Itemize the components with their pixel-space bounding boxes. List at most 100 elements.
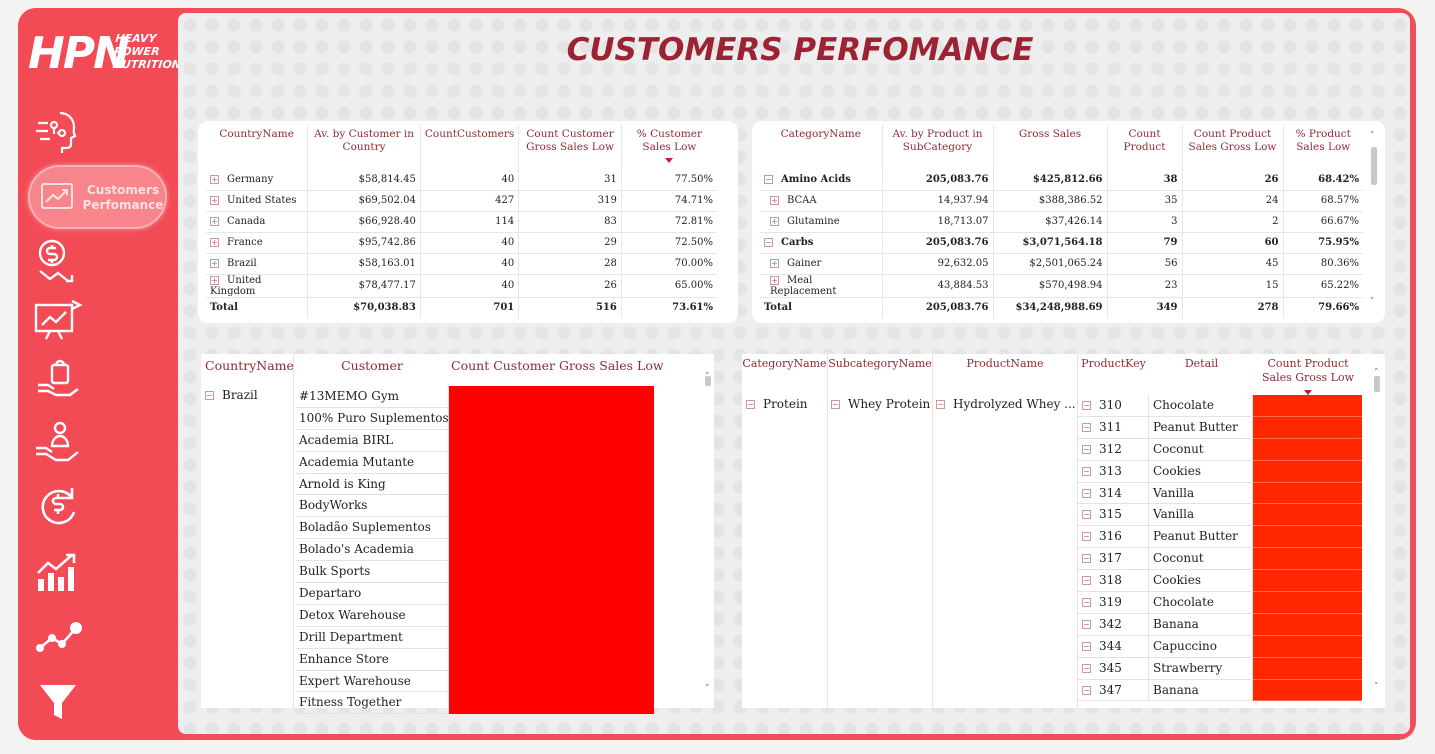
expand-icon[interactable]: + bbox=[210, 174, 219, 184]
expand-icon[interactable]: + bbox=[770, 259, 779, 268]
table-row[interactable]: + Glutamine 18,713.07 $37,426.14 3 2 66.67% bbox=[760, 211, 1363, 233]
table-row[interactable]: − Carbs 205,083.76 $3,071,564.18 79 60 75.95% bbox=[760, 232, 1363, 254]
table-row[interactable]: + France $95,742.86 40 29 72.50% bbox=[206, 232, 717, 254]
collapse-icon[interactable]: − bbox=[1082, 598, 1091, 608]
col-count-low[interactable]: Count Customer Gross Sales Low bbox=[518, 125, 622, 169]
country-cell[interactable]: − Brazil bbox=[205, 388, 258, 402]
product-cell[interactable]: − Hydrolyzed Whey ... bbox=[936, 397, 1076, 411]
list-item[interactable]: Bulk Sports bbox=[295, 561, 655, 584]
expand-icon[interactable]: + bbox=[770, 196, 779, 205]
col-countryname[interactable]: CountryName bbox=[201, 358, 294, 373]
col-categoryname[interactable]: CategoryName bbox=[742, 357, 827, 370]
cycle-dollar-icon[interactable] bbox=[30, 480, 86, 532]
expand-icon[interactable]: + bbox=[210, 238, 219, 247]
list-item[interactable]: BodyWorks bbox=[295, 495, 655, 518]
col-av-product[interactable]: Av. by Product in SubCategory bbox=[882, 125, 994, 169]
list-item[interactable]: Drill Department bbox=[295, 626, 655, 649]
list-item[interactable]: Enhance Store bbox=[295, 648, 655, 671]
list-item[interactable]: Academia Mutante bbox=[295, 451, 655, 474]
scroll-down-icon[interactable]: ˅ bbox=[1374, 682, 1379, 692]
collapse-icon[interactable]: − bbox=[1082, 444, 1091, 454]
scroll-up-icon[interactable]: ˄ bbox=[1370, 131, 1375, 141]
collapse-icon[interactable]: − bbox=[1082, 663, 1091, 673]
list-item[interactable]: −315 Vanilla bbox=[1078, 504, 1362, 527]
col-subcategoryname[interactable]: SubcategoryName bbox=[828, 357, 932, 370]
list-item[interactable]: −344 Capuccino bbox=[1078, 635, 1362, 658]
collapse-icon[interactable]: − bbox=[1082, 554, 1091, 564]
expand-icon[interactable]: + bbox=[210, 196, 219, 205]
list-item[interactable]: −319 Chocolate bbox=[1078, 592, 1362, 614]
collapse-icon[interactable]: − bbox=[1082, 576, 1091, 586]
list-item[interactable]: −318 Cookies bbox=[1078, 570, 1362, 593]
list-item[interactable]: −345 Strawberry bbox=[1078, 657, 1362, 680]
col-pct-low[interactable]: % Customer Sales Low bbox=[621, 125, 717, 169]
col-gross-sales[interactable]: Gross Sales bbox=[993, 125, 1108, 169]
col-country[interactable]: CountryName bbox=[206, 125, 309, 169]
collapse-icon[interactable]: − bbox=[764, 238, 773, 247]
list-item[interactable]: −311 Peanut Butter bbox=[1078, 416, 1362, 439]
list-item[interactable]: −317 Coconut bbox=[1078, 548, 1362, 571]
table-row[interactable]: − Amino Acids 205,083.76 $425,812.66 38 26 68.… bbox=[760, 169, 1363, 191]
list-item[interactable]: −313 Cookies bbox=[1078, 460, 1362, 483]
table-row[interactable]: + United States $69,502.04 427 319 74.71% bbox=[206, 190, 717, 212]
col-count-product[interactable]: Count Product bbox=[1107, 125, 1183, 169]
table-row[interactable]: + Brazil $58,163.01 40 28 70.00% bbox=[206, 253, 717, 275]
table-row[interactable]: + Canada $66,928.40 114 83 72.81% bbox=[206, 211, 717, 233]
category-cell[interactable]: − Protein bbox=[746, 397, 808, 411]
money-down-icon[interactable] bbox=[30, 235, 86, 287]
col-count-customers[interactable]: CountCustomers bbox=[420, 125, 520, 169]
nav-customers-performance[interactable]: Customers Perfomance bbox=[28, 165, 167, 229]
collapse-icon[interactable]: − bbox=[1082, 510, 1091, 520]
list-item[interactable]: Detox Warehouse bbox=[295, 604, 655, 627]
funnel-icon[interactable] bbox=[30, 675, 86, 727]
col-customer[interactable]: Customer bbox=[296, 358, 448, 373]
expand-icon[interactable]: + bbox=[210, 275, 219, 285]
col-count-customer-low[interactable]: Count Customer Gross Sales Low bbox=[451, 358, 664, 373]
list-item[interactable]: −342 Banana bbox=[1078, 613, 1362, 636]
collapse-icon[interactable]: − bbox=[1082, 466, 1091, 476]
scroll-down-icon[interactable]: ˅ bbox=[705, 684, 710, 694]
table-row[interactable]: + Gainer 92,632.05 $2,501,065.24 56 45 80.36% bbox=[760, 253, 1363, 275]
subcategory-cell[interactable]: − Whey Protein bbox=[831, 397, 930, 411]
expand-icon[interactable]: + bbox=[210, 259, 219, 268]
collapse-icon[interactable]: − bbox=[1082, 619, 1091, 629]
list-item[interactable]: −312 Coconut bbox=[1078, 438, 1362, 461]
list-item[interactable]: #13MEMO Gym bbox=[295, 386, 655, 408]
list-item[interactable]: −347 Banana bbox=[1078, 679, 1362, 702]
collapse-icon[interactable]: − bbox=[746, 400, 755, 409]
list-item[interactable]: Fitness Together bbox=[295, 692, 655, 715]
table-row[interactable]: + United Kingdom $78,477.17 40 26 65.00% bbox=[206, 274, 717, 298]
col-productname[interactable]: ProductName bbox=[933, 357, 1077, 370]
list-item[interactable]: Arnold is King bbox=[295, 473, 655, 496]
list-item[interactable]: Boladão Suplementos bbox=[295, 517, 655, 540]
col-av-customer[interactable]: Av. by Customer in Country bbox=[307, 125, 421, 169]
scroll-down-icon[interactable]: ˅ bbox=[1370, 297, 1375, 307]
table-row[interactable]: + Germany $58,814.45 40 31 77.50% bbox=[206, 169, 717, 191]
collapse-icon[interactable]: − bbox=[1082, 488, 1091, 498]
monitor-chart-icon[interactable] bbox=[30, 293, 86, 345]
shopping-bag-hand-icon[interactable] bbox=[30, 355, 86, 407]
collapse-icon[interactable]: − bbox=[831, 400, 840, 409]
collapse-icon[interactable]: − bbox=[936, 400, 945, 409]
table-row[interactable]: + BCAA 14,937.94 $388,386.52 35 24 68.57% bbox=[760, 190, 1363, 212]
growth-bars-icon[interactable] bbox=[30, 545, 86, 597]
product-scrollbar[interactable] bbox=[1374, 376, 1380, 392]
line-nodes-icon[interactable] bbox=[30, 610, 86, 662]
list-item[interactable]: Academia BIRL bbox=[295, 429, 655, 452]
list-item[interactable]: Departaro bbox=[295, 583, 655, 605]
list-item[interactable]: −314 Vanilla bbox=[1078, 482, 1362, 505]
col-detail[interactable]: Detail bbox=[1150, 357, 1253, 370]
list-item[interactable]: −310 Chocolate bbox=[1078, 395, 1362, 417]
collapse-icon[interactable]: − bbox=[1082, 422, 1091, 432]
person-hand-icon[interactable] bbox=[30, 418, 86, 470]
col-pct-product-low[interactable]: % Product Sales Low bbox=[1283, 125, 1363, 169]
category-scrollbar[interactable] bbox=[1371, 147, 1377, 185]
ai-head-icon[interactable] bbox=[30, 105, 86, 157]
collapse-icon[interactable]: − bbox=[764, 174, 773, 184]
collapse-icon[interactable]: − bbox=[1082, 641, 1091, 651]
col-count-product-low[interactable]: Count Product Sales Gross Low bbox=[1182, 125, 1284, 169]
collapse-icon[interactable]: − bbox=[1082, 685, 1091, 695]
collapse-icon[interactable]: − bbox=[205, 391, 214, 400]
col-productkey[interactable]: ProductKey bbox=[1078, 357, 1149, 370]
table-row[interactable]: + Meal Replacement 43,884.53 $570,498.94 23 1… bbox=[760, 274, 1363, 298]
